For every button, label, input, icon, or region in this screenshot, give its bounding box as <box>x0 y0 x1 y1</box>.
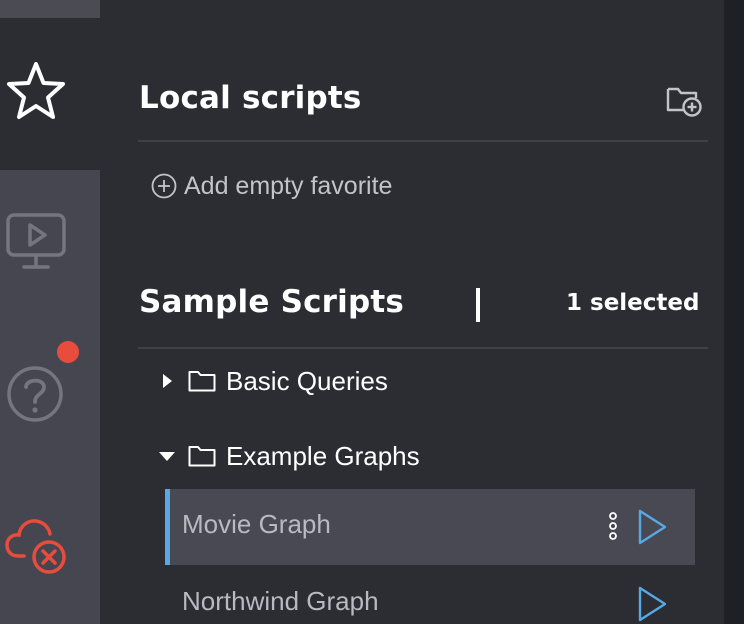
sample-scripts-divider <box>138 347 708 349</box>
add-empty-favorite-button[interactable]: Add empty favorite <box>150 168 392 204</box>
app-root: Local scripts Add empty favorite Sample … <box>0 0 744 624</box>
script-item-northwind-graph[interactable]: Northwind Graph <box>165 566 695 624</box>
folder-label: Example Graphs <box>226 440 420 471</box>
rail-top-item[interactable] <box>0 0 100 18</box>
plus-circle-icon <box>151 173 177 199</box>
rail-item-help[interactable] <box>0 350 100 440</box>
play-icon[interactable] <box>635 507 669 547</box>
nav-rail <box>0 0 100 624</box>
caret-down-icon <box>154 450 180 462</box>
script-item-movie-graph[interactable]: Movie Graph <box>165 489 695 565</box>
caret-right-icon <box>154 373 180 389</box>
play-icon[interactable] <box>635 584 669 624</box>
sample-scripts-title: Sample Scripts <box>139 284 405 320</box>
star-icon <box>7 62 65 119</box>
selected-count-label: 1 selected <box>566 290 700 316</box>
rail-item-guides[interactable] <box>0 200 100 280</box>
folder-example-graphs[interactable]: Example Graphs <box>154 436 420 476</box>
rail-item-connection[interactable] <box>0 500 100 590</box>
rail-item-favorites[interactable] <box>0 18 100 170</box>
folder-icon <box>188 445 216 467</box>
local-scripts-title: Local scripts <box>139 80 362 116</box>
title-separator <box>476 288 480 322</box>
script-label: Movie Graph <box>182 509 331 539</box>
script-label: Northwind Graph <box>182 586 379 616</box>
editor-edge <box>724 0 744 624</box>
cloud-disconnected-icon <box>5 519 66 574</box>
notification-dot <box>57 341 79 363</box>
local-scripts-divider <box>138 140 708 142</box>
monitor-play-icon <box>6 213 66 269</box>
folder-label: Basic Queries <box>226 365 388 396</box>
folder-plus-icon[interactable] <box>666 84 704 118</box>
help-circle-icon <box>7 366 63 422</box>
more-options-icon[interactable] <box>606 511 620 541</box>
folder-icon <box>188 370 216 392</box>
add-empty-favorite-label: Add empty favorite <box>184 171 393 200</box>
folder-basic-queries[interactable]: Basic Queries <box>154 361 388 401</box>
